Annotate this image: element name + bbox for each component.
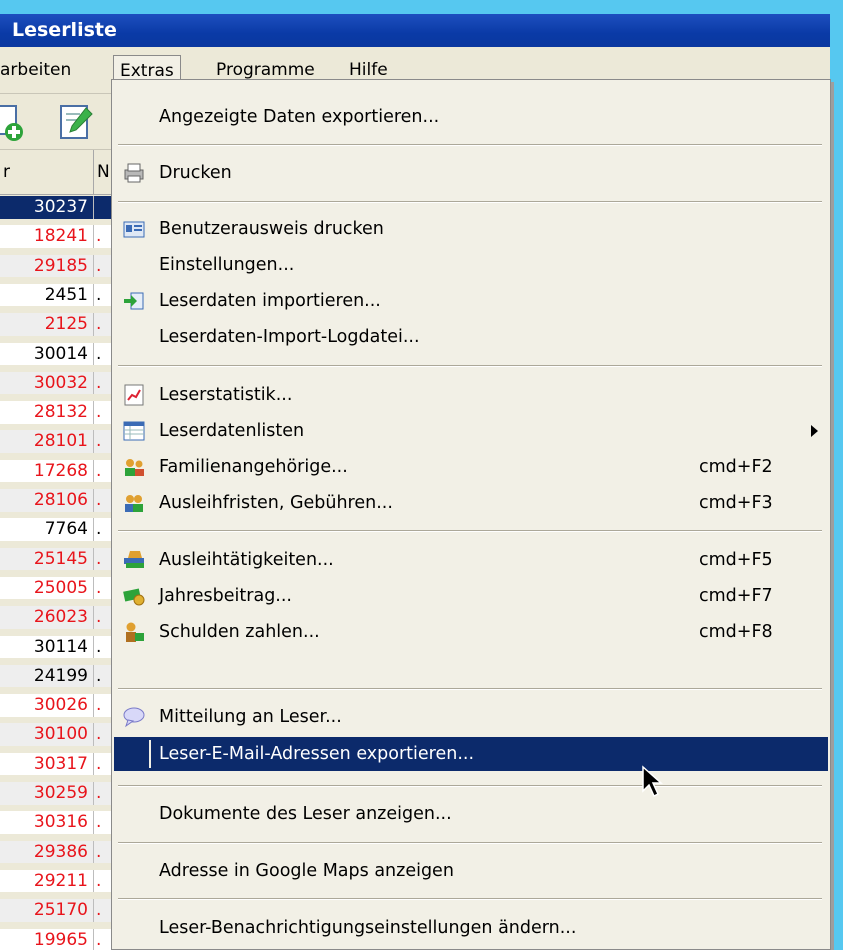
window-title: Leserliste bbox=[0, 14, 830, 47]
extras-dropdown-menu: Angezeigte Daten exportieren... Drucken … bbox=[111, 79, 831, 950]
reader-number-cell: 30237 bbox=[33, 197, 88, 217]
menu-separator bbox=[118, 201, 822, 203]
menu-item-show-documents[interactable]: Dokumente des Leser anzeigen... bbox=[114, 797, 828, 831]
column-divider bbox=[93, 928, 94, 950]
column-divider bbox=[93, 869, 94, 893]
column-divider bbox=[93, 371, 94, 395]
reader-number-cell: 30317 bbox=[33, 753, 88, 774]
reader-number-cell: 17268 bbox=[33, 460, 88, 481]
reader-number-cell: 29185 bbox=[33, 255, 88, 276]
column-divider bbox=[93, 225, 94, 248]
reader-number-cell: 25145 bbox=[33, 548, 88, 569]
reader-number-cell: 29386 bbox=[33, 841, 88, 862]
list-table-icon bbox=[123, 421, 145, 441]
menu-bearbeiten[interactable]: arbeiten bbox=[0, 55, 77, 85]
mouse-cursor-icon bbox=[642, 765, 663, 798]
person-pay-icon bbox=[126, 622, 144, 642]
reader-number-cell: 30114 bbox=[33, 636, 88, 657]
column-divider bbox=[93, 840, 94, 864]
reader-number-cell: 7764 bbox=[44, 519, 88, 540]
column-divider bbox=[93, 635, 94, 658]
reader-number-cell: 28101 bbox=[33, 431, 88, 452]
reader-number-cell: 30316 bbox=[33, 812, 88, 833]
column-divider bbox=[93, 518, 94, 541]
menu-separator bbox=[118, 842, 822, 844]
speech-bubble-icon bbox=[123, 707, 145, 728]
column-divider bbox=[93, 694, 94, 717]
column-divider bbox=[93, 459, 94, 483]
reader-number-cell: 30100 bbox=[33, 724, 88, 745]
menu-item-print[interactable]: Drucken bbox=[114, 156, 828, 190]
column-divider bbox=[93, 723, 94, 746]
statistics-icon bbox=[124, 384, 144, 406]
column-divider bbox=[93, 899, 94, 922]
menu-item-annual-fee[interactable]: Jahresbeitrag... cmd+F7 bbox=[114, 579, 828, 613]
submenu-arrow-icon bbox=[811, 425, 818, 437]
family-icon bbox=[125, 459, 144, 476]
column-divider bbox=[93, 664, 94, 688]
edit-reader-icon[interactable] bbox=[56, 102, 96, 142]
menu-separator bbox=[118, 688, 822, 690]
menu-item-family-members[interactable]: Familienangehörige... cmd+F2 bbox=[114, 450, 828, 484]
menu-separator bbox=[118, 898, 822, 900]
reader-number-cell: 2125 bbox=[44, 314, 88, 335]
reader-number-cell: 2451 bbox=[44, 284, 88, 305]
reader-number-cell: 25005 bbox=[33, 577, 88, 598]
reader-number-cell: 18241 bbox=[33, 226, 88, 247]
menu-item-print-user-card[interactable]: Benutzerausweis drucken bbox=[114, 212, 828, 246]
column-divider bbox=[93, 430, 94, 453]
books-icon bbox=[124, 551, 144, 568]
column-divider bbox=[93, 342, 94, 365]
users-icon bbox=[125, 495, 143, 512]
reader-number-cell: 19965 bbox=[33, 929, 88, 950]
reader-number-cell: 24199 bbox=[33, 665, 88, 686]
menu-item-google-maps[interactable]: Adresse in Google Maps anzeigen bbox=[114, 854, 828, 888]
menu-separator bbox=[118, 365, 822, 367]
menu-item-export-email-addresses[interactable]: Leser-E-Mail-Adressen exportieren... bbox=[114, 737, 828, 771]
menu-item-import-log[interactable]: Leserdaten-Import-Logdatei... bbox=[114, 320, 828, 354]
reader-number-cell: 30026 bbox=[33, 695, 88, 716]
column-divider bbox=[93, 401, 94, 424]
column-divider bbox=[93, 782, 94, 805]
menu-item-loan-activities[interactable]: Ausleihtätigkeiten... cmd+F5 bbox=[114, 543, 828, 577]
menu-item-loan-periods-fees[interactable]: Ausleihfristen, Gebühren... cmd+F3 bbox=[114, 486, 828, 520]
reader-number-cell: 26023 bbox=[33, 607, 88, 628]
column-divider bbox=[93, 576, 94, 600]
menu-item-settings[interactable]: Einstellungen... bbox=[114, 248, 828, 282]
menu-item-reader-data-lists[interactable]: Leserdatenlisten bbox=[114, 414, 828, 448]
reader-number-cell: 25170 bbox=[33, 900, 88, 921]
reader-number-cell: 28106 bbox=[33, 490, 88, 510]
menu-separator bbox=[118, 144, 822, 146]
money-icon bbox=[123, 588, 145, 606]
new-reader-icon[interactable] bbox=[0, 102, 28, 142]
menu-item-export-displayed-data[interactable]: Angezeigte Daten exportieren... bbox=[114, 100, 828, 134]
column-divider bbox=[93, 752, 94, 776]
reader-number-cell: 28132 bbox=[33, 402, 88, 423]
highlight-icon-gutter bbox=[117, 740, 151, 768]
menu-item-notification-settings[interactable]: Leser-Benachrichtigungseinstellungen änd… bbox=[114, 911, 828, 945]
column-divider bbox=[93, 606, 94, 629]
printer-icon bbox=[124, 163, 144, 183]
import-icon bbox=[124, 292, 144, 310]
menu-item-reader-statistics[interactable]: Leserstatistik... bbox=[114, 378, 828, 412]
menu-separator bbox=[118, 530, 822, 532]
column-divider bbox=[93, 489, 94, 512]
id-card-icon bbox=[123, 221, 145, 238]
reader-number-cell: 29211 bbox=[33, 870, 88, 891]
reader-number-cell: 30014 bbox=[33, 343, 88, 364]
menu-item-message-to-reader[interactable]: Mitteilung an Leser... bbox=[114, 700, 828, 734]
column-divider bbox=[93, 547, 94, 571]
column-divider bbox=[93, 283, 94, 307]
menu-separator bbox=[118, 785, 822, 787]
reader-number-cell: 30032 bbox=[33, 372, 88, 393]
column-divider bbox=[93, 196, 94, 219]
column-divider bbox=[93, 254, 94, 278]
column-header-reader-number[interactable]: r bbox=[0, 150, 94, 194]
menu-item-import-reader-data[interactable]: Leserdaten importieren... bbox=[114, 284, 828, 318]
menu-item-pay-debts[interactable]: Schulden zahlen... cmd+F8 bbox=[114, 615, 828, 649]
column-divider bbox=[93, 313, 94, 336]
column-divider bbox=[93, 811, 94, 834]
reader-number-cell: 30259 bbox=[33, 783, 88, 803]
